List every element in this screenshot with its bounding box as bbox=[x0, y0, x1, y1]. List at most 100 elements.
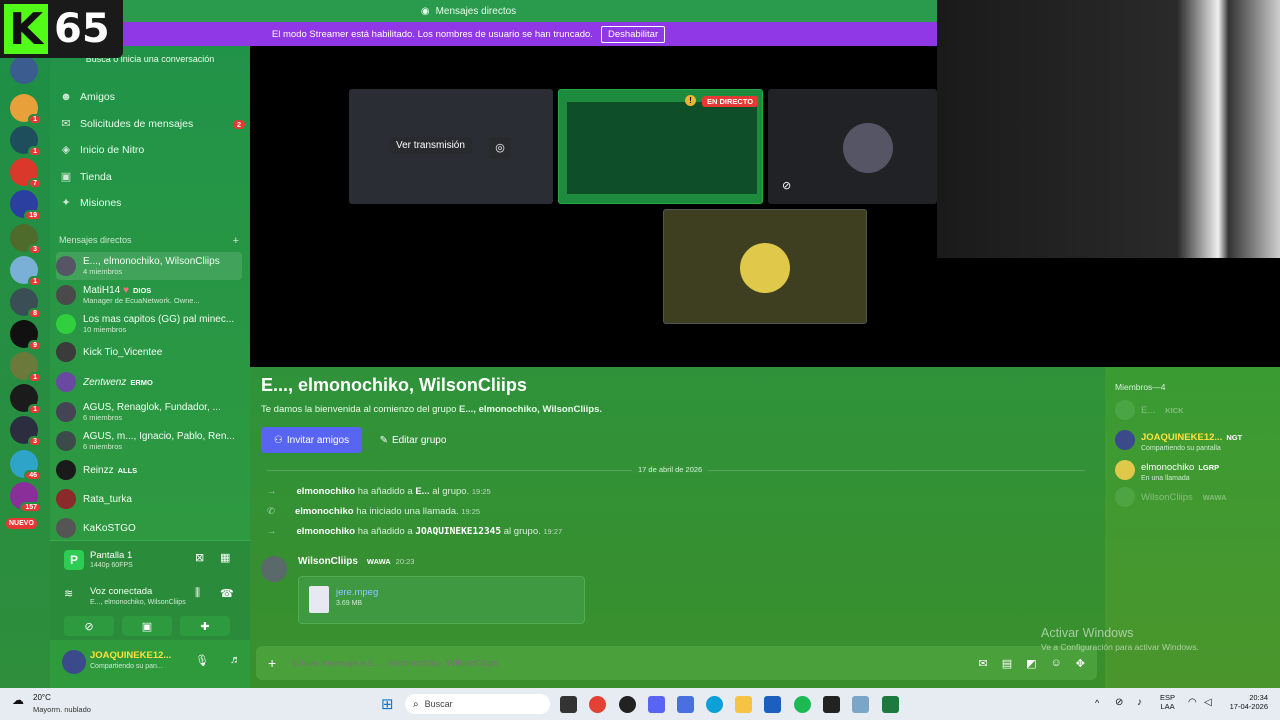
language-indicator[interactable]: ESP LAA bbox=[1160, 693, 1175, 711]
folder-icon[interactable] bbox=[735, 696, 752, 713]
server-icon[interactable]: 1 bbox=[10, 352, 42, 383]
chrome-icon[interactable] bbox=[589, 696, 606, 713]
dm-item[interactable]: KaKoSTGO bbox=[56, 514, 242, 542]
nav-quests[interactable]: ✦ Misiones bbox=[60, 191, 245, 215]
message-author[interactable]: WilsonCliips bbox=[298, 556, 358, 567]
avatar bbox=[56, 342, 76, 362]
member-item[interactable]: E... KICK bbox=[1115, 400, 1184, 420]
server-rail: 1 1 7 19 3 1 8 9 1 1 3 46 157 NUEVO bbox=[0, 46, 50, 688]
member-item[interactable]: elmonochiko LGRP En una llamada bbox=[1115, 457, 1219, 482]
server-icon[interactable]: 9 bbox=[10, 320, 42, 351]
taskbar-search[interactable]: ⌕ Buscar bbox=[405, 694, 550, 714]
server-icon[interactable] bbox=[10, 56, 38, 84]
server-badge: 1 bbox=[28, 372, 42, 383]
screen-share-button[interactable]: ▣ bbox=[122, 616, 172, 636]
store-icon[interactable] bbox=[764, 696, 781, 713]
dm-item[interactable]: Zentwenz ERMO bbox=[56, 368, 242, 396]
dm-item[interactable]: Reinzz ALLS bbox=[56, 456, 242, 484]
wifi-icon[interactable]: ◠ bbox=[1188, 697, 1197, 708]
dm-item[interactable]: Los mas capitos (GG) pal minec... 10 miem… bbox=[56, 310, 242, 338]
share-settings-icon[interactable]: ▦ bbox=[220, 551, 230, 564]
friends-icon: ☻ bbox=[60, 91, 72, 103]
server-icon[interactable]: 1 bbox=[10, 384, 42, 415]
server-icon[interactable]: 19 bbox=[10, 190, 42, 221]
server-icon[interactable]: 1 bbox=[10, 126, 42, 157]
dm-item[interactable]: Kick Tio_Vicentee bbox=[56, 338, 242, 366]
gif-icon[interactable]: ▤ bbox=[1002, 657, 1012, 670]
edit-group-button[interactable]: ✎ Editar grupo bbox=[370, 427, 456, 453]
server-icon[interactable]: 8 bbox=[10, 288, 42, 319]
apps-icon[interactable]: ✥ bbox=[1076, 657, 1085, 670]
actor[interactable]: elmonochiko bbox=[297, 486, 356, 497]
actor[interactable]: elmonochiko bbox=[297, 526, 356, 537]
weather-desc[interactable]: Mayorm. nublado bbox=[33, 705, 91, 714]
actor[interactable]: elmonochiko bbox=[295, 506, 354, 517]
user-tile[interactable]: ⊘ bbox=[768, 89, 937, 204]
gift-icon[interactable]: ✉ bbox=[979, 657, 988, 670]
dm-sub: Manager de EcuaNetwork. Owne... bbox=[83, 296, 200, 305]
stop-share-icon[interactable]: ⊠ bbox=[195, 551, 204, 564]
new-badge[interactable]: NUEVO bbox=[6, 518, 37, 529]
stream-tile[interactable]: Ver transmisión ◎ bbox=[349, 89, 553, 204]
live-stream-tile[interactable]: EN DIRECTO ! bbox=[558, 89, 763, 204]
app-icon[interactable] bbox=[852, 696, 869, 713]
spotify-icon[interactable] bbox=[794, 696, 811, 713]
file-attachment[interactable]: jere.mpeg 3.69 MB bbox=[298, 576, 585, 624]
nav-message-requests[interactable]: ✉ Solicitudes de mensajes 2 bbox=[60, 112, 245, 136]
headphones-icon[interactable]: ♬ bbox=[230, 654, 241, 666]
camera-button[interactable]: ⊘ bbox=[64, 616, 114, 636]
server-icon[interactable]: 46 bbox=[10, 450, 42, 481]
target[interactable]: JOAQUINEKE12345 bbox=[415, 526, 501, 537]
nav-friends[interactable]: ☻ Amigos bbox=[60, 85, 245, 109]
server-icon[interactable]: 7 bbox=[10, 158, 42, 189]
tray-app-icon[interactable]: ⊘ bbox=[1115, 697, 1123, 708]
user-tile[interactable] bbox=[663, 209, 867, 324]
dm-item[interactable]: AGUS, m..., Ignacio, Pablo, Ren... 6 miem… bbox=[56, 427, 242, 455]
nav-nitro[interactable]: ◈ Inicio de Nitro bbox=[60, 138, 245, 162]
microphone-icon[interactable]: 🎙 bbox=[195, 654, 209, 667]
server-icon[interactable]: 1 bbox=[10, 94, 42, 125]
dm-sub: 6 miembros bbox=[83, 442, 123, 451]
excel-icon[interactable] bbox=[882, 696, 899, 713]
nav-shop[interactable]: ▣ Tienda bbox=[60, 165, 245, 189]
volume-icon[interactable]: ◁ bbox=[1204, 697, 1212, 708]
server-icon[interactable]: 1 bbox=[10, 256, 42, 287]
dm-item[interactable]: AGUS, Renaglok, Fundador, ... 6 miembros bbox=[56, 398, 242, 426]
clock[interactable]: 20:34 17-04-2026 bbox=[1224, 693, 1268, 711]
preview-icon[interactable]: ◎ bbox=[489, 137, 511, 159]
dm-item[interactable]: Rata_turka bbox=[56, 485, 242, 513]
disable-streamer-mode-button[interactable]: Deshabilitar bbox=[600, 25, 666, 43]
discord-icon[interactable] bbox=[648, 696, 665, 713]
server-icon[interactable]: 3 bbox=[10, 224, 42, 255]
avatar[interactable] bbox=[62, 650, 86, 674]
disconnect-icon[interactable]: ☎ bbox=[220, 587, 234, 600]
activities-button[interactable]: ✚ bbox=[180, 616, 230, 636]
app-icon[interactable] bbox=[619, 696, 636, 713]
app-icon[interactable] bbox=[677, 696, 694, 713]
tray-chevron-icon[interactable]: ^ bbox=[1095, 698, 1099, 708]
obs-icon[interactable] bbox=[823, 696, 840, 713]
file-name[interactable]: jere.mpeg bbox=[336, 587, 378, 598]
noise-suppression-icon[interactable]: ⫼ bbox=[195, 587, 200, 600]
dm-item[interactable]: E..., elmonochiko, WilsonCliips 4 miembro… bbox=[56, 252, 242, 280]
add-dm-icon[interactable]: + bbox=[233, 235, 239, 247]
add-attachment-icon[interactable]: + bbox=[268, 655, 276, 671]
edge-icon[interactable] bbox=[706, 696, 723, 713]
weather-icon[interactable]: ☁ bbox=[12, 693, 24, 707]
server-icon[interactable]: 157 bbox=[10, 482, 42, 513]
invite-friends-button[interactable]: ⚇ Invitar amigos bbox=[261, 427, 362, 453]
sticker-icon[interactable]: ◩ bbox=[1026, 657, 1036, 670]
member-item[interactable]: WilsonCliips WAWA bbox=[1115, 487, 1226, 507]
target[interactable]: E... bbox=[415, 486, 429, 497]
watch-stream-button[interactable]: Ver transmisión bbox=[389, 137, 472, 154]
dm-item[interactable]: MatiH14 ♥ DIOS Manager de EcuaNetwork. Own… bbox=[56, 281, 242, 309]
member-item[interactable]: JOAQUINEKE12... NGT Compartiendo su panta… bbox=[1115, 427, 1242, 452]
task-view-icon[interactable] bbox=[560, 696, 577, 713]
start-icon[interactable]: ⊞ bbox=[381, 695, 394, 713]
emoji-icon[interactable]: ☺ bbox=[1051, 657, 1062, 669]
message-input[interactable] bbox=[292, 657, 933, 669]
tray-mic-icon[interactable]: ♪ bbox=[1137, 697, 1142, 708]
server-icon[interactable]: 3 bbox=[10, 416, 42, 447]
avatar[interactable] bbox=[261, 556, 287, 582]
weather-temp[interactable]: 20°C bbox=[33, 693, 51, 702]
